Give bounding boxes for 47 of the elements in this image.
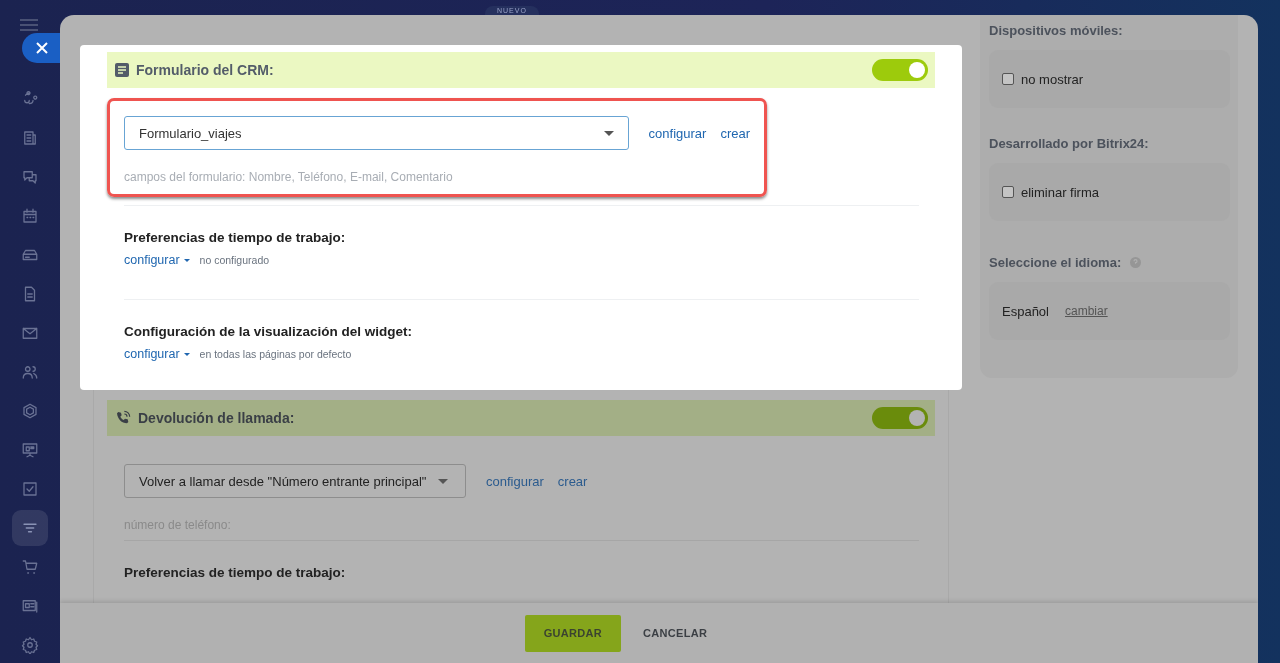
configure-link[interactable]: configurar xyxy=(124,347,190,361)
group-title: Seleccione el idioma: xyxy=(989,255,1122,270)
setting-note: en todas las páginas por defecto xyxy=(199,348,352,360)
language-value: Español xyxy=(1002,303,1049,319)
setting-title: Preferencias de tiempo de trabajo: xyxy=(124,230,347,245)
cancel-button[interactable]: CANCELAR xyxy=(637,626,714,640)
checkbox-option[interactable]: eliminar firma xyxy=(1002,184,1099,200)
close-button[interactable] xyxy=(22,33,62,63)
callback-select[interactable]: Volver a llamar desde "Número entrante principal" xyxy=(124,464,466,498)
checkbox-option[interactable]: no mostrar xyxy=(1002,71,1084,87)
settings-icon xyxy=(21,636,39,654)
checkbox-icon xyxy=(21,480,39,498)
toggle-switch[interactable] xyxy=(872,59,928,81)
link[interactable]: crear xyxy=(720,125,750,141)
save-button[interactable]: GUARDAR xyxy=(524,614,622,652)
sidebar-item[interactable] xyxy=(12,510,48,546)
group-title: Dispositivos móviles: xyxy=(989,23,1124,38)
section-title: Formulario del CRM: xyxy=(136,62,275,78)
caret-icon xyxy=(183,258,190,262)
caret-icon xyxy=(183,352,190,356)
setting-note: no configurado xyxy=(199,254,270,266)
cart-icon xyxy=(21,558,39,576)
people-icon xyxy=(21,363,39,381)
setting-title: Configuración de la visualización del widget: xyxy=(124,324,414,339)
group-title: Desarrollado por Bitrix24: xyxy=(989,136,1150,151)
change-link[interactable]: cambiar xyxy=(1065,304,1108,318)
calendar-icon xyxy=(21,207,39,225)
configure-link[interactable]: configurar xyxy=(124,253,190,267)
form-icon xyxy=(115,63,129,77)
presentation-icon xyxy=(21,441,39,459)
newspaper-icon xyxy=(21,129,39,147)
hint-text: campos del formulario: Nombre, Teléfono, E-mail, Comentario xyxy=(124,170,454,184)
hexagon-icon xyxy=(21,402,39,420)
section-title: Devolución de llamada: xyxy=(138,410,296,426)
form-select[interactable]: Formulario_viajes xyxy=(124,116,629,150)
chat-icon xyxy=(21,168,39,186)
caret-icon xyxy=(603,130,614,136)
toggle-switch[interactable] xyxy=(872,407,928,429)
link[interactable]: crear xyxy=(557,473,588,489)
setting-title: Preferencias de tiempo de trabajo: xyxy=(124,565,347,580)
link[interactable]: configurar xyxy=(648,125,707,141)
caret-icon xyxy=(438,478,449,484)
phone-icon xyxy=(115,410,131,426)
id-card-icon xyxy=(21,597,39,615)
link[interactable]: configurar xyxy=(486,473,544,489)
menu-icon[interactable] xyxy=(20,19,38,31)
close-icon xyxy=(36,42,48,54)
